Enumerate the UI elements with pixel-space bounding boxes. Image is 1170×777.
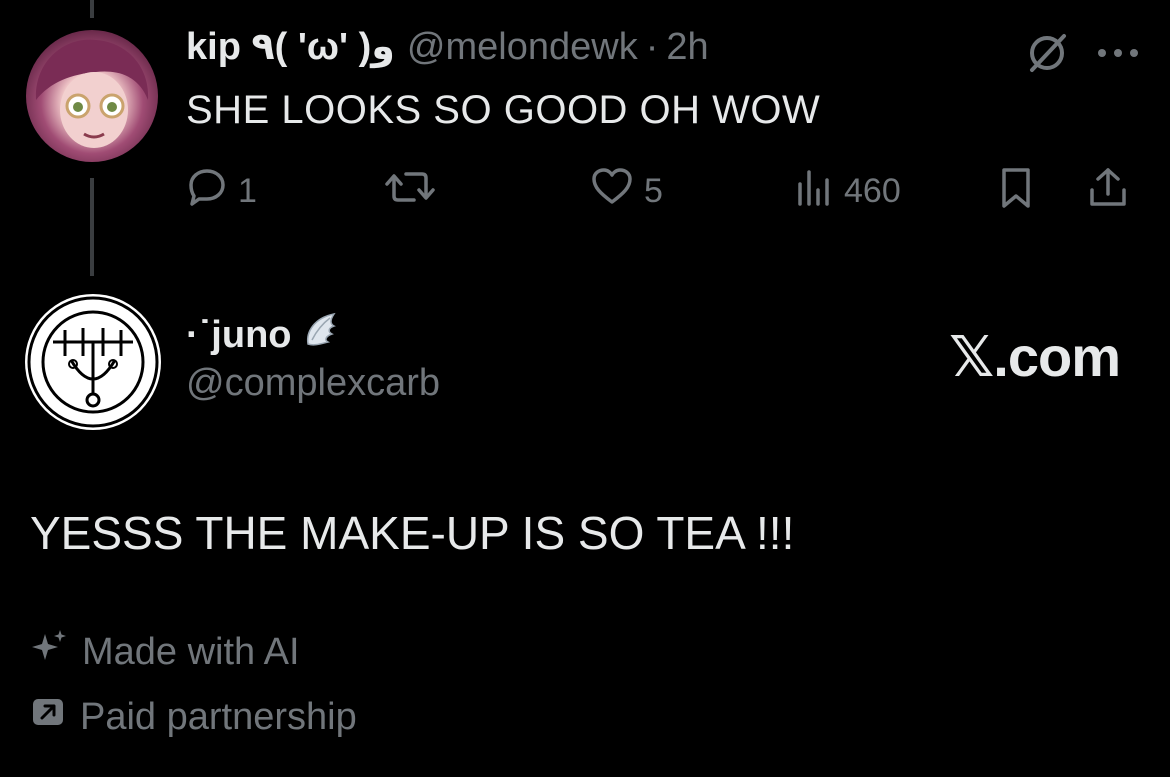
main-display-name-text: ·˙juno xyxy=(186,313,292,356)
main-handle[interactable]: @complexcarb xyxy=(186,362,440,405)
reply-name-row: kip ٩( 'ω' )و @melondewk · 2h xyxy=(186,24,709,69)
reply-icon xyxy=(186,166,228,217)
like-icon xyxy=(590,166,634,217)
reply-count: 1 xyxy=(238,172,257,210)
paid-partnership-icon xyxy=(30,694,66,740)
reply-action[interactable]: 1 xyxy=(186,166,257,217)
repost-icon xyxy=(384,166,436,217)
reply-text: SHE LOOKS SO GOOD OH WOW xyxy=(186,88,821,132)
more-icon[interactable] xyxy=(1096,46,1140,65)
made-with-ai-label[interactable]: Made with AI xyxy=(30,628,300,676)
repost-action[interactable] xyxy=(384,166,436,217)
bookmark-icon xyxy=(998,166,1034,219)
like-count: 5 xyxy=(644,172,663,210)
bookmark-action[interactable] xyxy=(998,166,1034,219)
top-right-icons xyxy=(1024,30,1140,81)
reply-display-name[interactable]: kip ٩( 'ω' )و xyxy=(186,24,395,69)
thread-line-top xyxy=(90,0,94,18)
reply-handle[interactable]: @melondewk xyxy=(407,26,638,69)
action-bar: 1 5 460 xyxy=(186,166,1146,216)
separator-dot: · xyxy=(645,26,659,68)
views-action[interactable]: 460 xyxy=(794,166,901,217)
x-com-logo: 𝕏.com xyxy=(949,325,1121,388)
paid-partnership-label[interactable]: Paid partnership xyxy=(30,694,357,740)
grok-icon[interactable] xyxy=(1024,30,1070,81)
paid-partnership-text: Paid partnership xyxy=(80,695,357,738)
wing-emoji xyxy=(300,310,340,360)
like-action[interactable]: 5 xyxy=(590,166,663,217)
share-action[interactable] xyxy=(1086,166,1130,219)
main-display-name[interactable]: ·˙juno xyxy=(186,310,340,360)
main-avatar[interactable] xyxy=(25,294,161,430)
reply-avatar[interactable] xyxy=(26,30,158,162)
share-icon xyxy=(1086,166,1130,219)
made-with-ai-text: Made with AI xyxy=(82,630,300,673)
thread-line-connector xyxy=(90,178,94,276)
views-icon xyxy=(794,166,834,217)
main-post-text: YESSS THE MAKE-UP IS SO TEA !!! xyxy=(30,507,795,559)
sparkle-icon xyxy=(30,628,68,676)
reply-time[interactable]: 2h xyxy=(666,26,708,69)
views-count: 460 xyxy=(844,172,901,210)
